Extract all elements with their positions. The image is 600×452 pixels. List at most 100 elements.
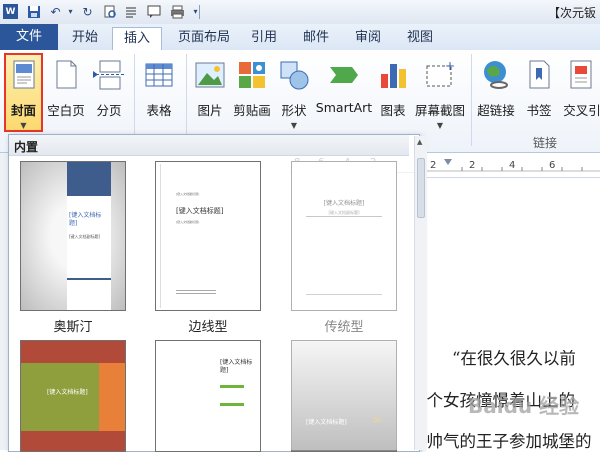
tab-review[interactable]: 审阅 [348,27,388,49]
smartart-button[interactable]: SmartArt [316,50,372,115]
picture-label: 图片 [197,103,223,118]
bookmark-button[interactable]: 书签 [522,50,556,119]
ruler-number: 4 [509,160,516,171]
screenshot-label: 屏幕截图 [414,103,465,118]
picture-button[interactable]: 图片 [193,50,227,119]
gallery-header-label: 内置 [14,140,39,154]
thumb-subtitle: [键入文档副标题] [69,234,101,239]
thumb-subtitle: [键入文档副标题] [176,220,200,224]
clip-art-button[interactable]: 剪贴画 [232,50,272,119]
tab-home[interactable]: 开始 [62,27,108,49]
blank-page-icon [49,58,83,92]
undo-icon[interactable]: ↶ [48,4,63,19]
group-separator [186,54,187,146]
cover-thumb-sideline[interactable]: [键入文档副标题] [键入文档标题] [键入文档副标题] [155,161,261,311]
thumb-block [21,431,125,451]
chevron-down-icon: ▼ [436,121,444,130]
chart-icon [376,58,410,92]
chevron-down-icon: ▼ [20,121,27,130]
ruler-number: 2 [469,160,476,171]
tab-page-layout[interactable]: 页面布局 [170,27,238,49]
thumb-rule [67,278,111,280]
cover-thumb-stacked[interactable]: [键入文档标题] [155,340,261,452]
baidu-watermark: Baidu 经验 [468,394,580,418]
shapes-button[interactable]: 形状 ▼ [278,50,310,130]
horizontal-ruler: 2 2 4 6 [412,157,600,178]
cover-name-sideline: 边线型 [188,320,228,335]
thumb-title: [键入文档标题] [47,389,88,396]
screenshot-button[interactable]: + 屏幕截图 ▼ [414,50,466,130]
cross-reference-button[interactable]: 交叉引 [560,50,600,119]
screenshot-icon: + [423,58,457,92]
thumb-block [21,341,125,363]
page-break-icon [92,58,126,92]
group-separator [134,54,135,146]
tab-insert[interactable]: 插入 [112,27,162,51]
document-text-line: 和帅气的王子参加城堡的 [410,432,592,451]
cover-thumb-grid[interactable]: [键入文档标题] [20,340,126,452]
tab-references[interactable]: 引用 [244,27,284,49]
gallery-header: 内置 [9,135,409,156]
gallery-scroll-thumb[interactable] [417,158,425,218]
blank-page-button[interactable]: 空白页 [46,50,86,119]
bookmark-icon [522,58,556,92]
customize-toolbar-icon[interactable]: ▾ [188,4,203,19]
smartart-icon [327,58,361,92]
gallery-fade-overlay [290,156,414,450]
ruler-number: 6 [549,160,556,171]
shapes-icon [277,58,311,92]
clip-art-icon [235,58,269,92]
scroll-up-icon[interactable]: ▲ [417,138,425,148]
tab-mailings[interactable]: 邮件 [296,27,336,49]
comment-icon[interactable] [146,4,161,19]
ruler-number: 2 [430,160,437,171]
svg-text:+: + [445,59,455,73]
thumb-accent-bar [220,403,244,406]
page-break-button[interactable]: 分页 [90,50,128,119]
printer-icon[interactable] [170,4,185,19]
gallery-scrollbar[interactable]: ▲ [414,136,427,450]
cover-name-austin: 奥斯汀 [53,320,93,335]
table-icon [142,58,176,92]
tab-view[interactable]: 视图 [400,27,440,49]
thumb-company: [键入文档副标题] [176,192,200,196]
thumb-title: [键入文档标题] [176,207,224,215]
chevron-down-icon: ▼ [290,121,298,130]
format-icon[interactable] [123,4,138,19]
chart-label: 图表 [380,103,406,118]
undo-dropdown-icon[interactable]: ▾ [63,4,78,19]
thumb-sideline [160,164,161,308]
cross-reference-label: 交叉引 [563,103,600,118]
thumb-accent-bar [220,385,244,388]
clip-art-label: 剪贴画 [233,103,271,118]
hyperlink-icon [479,58,513,92]
smartart-label: SmartArt [315,100,373,115]
window-title: 【次元钣 [547,6,596,20]
cover-page-label: 封面 [10,103,36,118]
document-text-line: “在很久很久以前 [452,349,576,368]
thumb-block [99,363,125,433]
thumb-title: [键入文档标题] [220,359,253,374]
cover-page-button[interactable]: 封面 ▼ [5,50,42,130]
cover-page-icon [7,58,41,92]
tab-file[interactable]: 文件 [0,24,58,50]
word-app-icon[interactable]: W [3,4,18,19]
picture-icon [193,58,227,92]
group-label-links: 链接 [532,136,557,150]
hyperlink-button[interactable]: 超链接 [475,50,517,119]
save-icon[interactable] [26,4,41,19]
thumb-band [67,162,111,196]
table-button[interactable]: 表格 [140,50,178,119]
cross-reference-icon [565,58,599,92]
chart-button[interactable]: 图表 [376,50,410,119]
title-bar: W ↶ ▾ ↻ ▾ 【次元钣 [0,0,600,25]
redo-icon[interactable]: ↻ [80,4,95,19]
thumb-lines [176,290,216,294]
ribbon-tabs: 文件 开始 插入 页面布局 引用 邮件 审阅 视图 [0,24,600,51]
thumb-title: [键入文档标题] [69,212,102,227]
cover-thumb-austin[interactable]: [键入文档标题] [键入文档副标题] [20,161,126,311]
table-label: 表格 [146,103,172,118]
page-break-label: 分页 [96,103,122,118]
print-preview-icon[interactable] [102,4,117,19]
hyperlink-label: 超链接 [477,103,515,118]
